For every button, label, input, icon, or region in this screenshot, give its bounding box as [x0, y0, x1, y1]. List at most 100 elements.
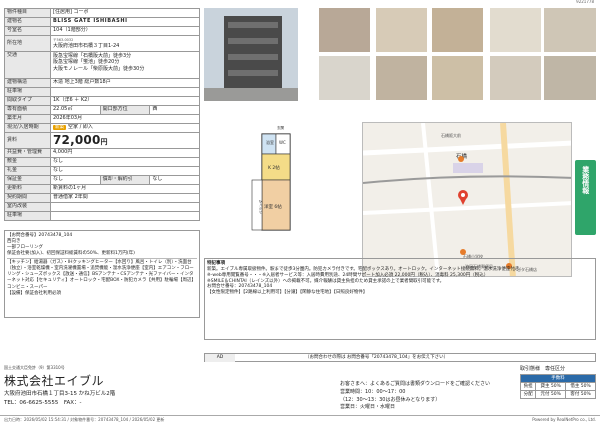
interior-photo[interactable] [544, 8, 596, 52]
output-info: 出力日時：2026/05/02 15:54:31 / 対象物件番号：207434… [4, 417, 165, 422]
spec-deposit-value: なし [50, 157, 200, 167]
spec-misc-label: 室内改装 [4, 202, 51, 212]
spec-renew-label: 更新料 [4, 184, 51, 194]
map-poi-icon [458, 156, 464, 162]
spec-dir-value: 西 [149, 105, 200, 115]
contact-line: 営業時間：10：00〜17：00 [340, 388, 406, 395]
spec-built-value: 2026年03月 [50, 114, 200, 124]
interior-photo[interactable] [319, 8, 370, 52]
spec-address-cell: 〒563-0032 大阪府池田市石橋３丁目1-24 [50, 35, 200, 52]
spec-deposit-label: 敷金 [4, 157, 51, 167]
fee-cell: 元付 50% [535, 390, 567, 399]
spec-layout-value: 1K（洋6 ＋ K2） [50, 96, 200, 106]
kitchen-label: K 2帖 [268, 164, 280, 171]
map-label: 石橋阪大前 [441, 132, 461, 138]
business-info-label: 業務情報 [581, 166, 590, 194]
floor-plan-drawing: 浴室 WC K 2帖 洋室 6帖 ベランダ 玄関 [204, 120, 316, 250]
spec-parking-value [50, 87, 200, 97]
building-illustration [204, 8, 298, 101]
spec-type-value: [住居用] コーポ [50, 8, 200, 18]
spec-layout-label: 間取タイプ [4, 96, 51, 106]
license-number: 国土交通大臣免許（9）第3310号 [4, 365, 65, 370]
spec-room-label: 号室名 [4, 26, 51, 36]
company-name: 株式会社エイブル [4, 374, 105, 388]
property-spec-table: 物件種目 [住居用] コーポ 建物名 BLISS GATE ISHIBASHI … [4, 8, 200, 221]
spec-contract-value: 普通借家 2年間 [50, 193, 200, 203]
spec-area-value: 22.05㎡ [50, 105, 101, 115]
spec-traffic-label: 交通 [4, 51, 51, 79]
remark-line: 【設備】保証会社利用必須 [7, 290, 61, 296]
company-address: 大阪府池田市石橋１丁目3-15 かね万ビル2階 [4, 391, 116, 397]
remarks-box: 【お問合番号】20743478_104 西向き 一部フローリング 保証会社要(加… [4, 230, 200, 318]
location-map[interactable]: 石橋 石橋阪大前 石橋小学校 池田石橋郵便局 アピタ石橋店 [362, 122, 572, 277]
bottom-bar: 出力日時：2026/05/02 15:54:31 / 対象物件番号：207434… [0, 415, 600, 424]
powered-by: Powered by RealNetPro co., Ltd. [532, 417, 596, 422]
interior-photo[interactable] [490, 8, 541, 52]
new-badge: 新築 [53, 125, 66, 131]
spec-room-value: 104（1階部分） [50, 26, 200, 36]
spec-parking2-label: 駐車場 [4, 211, 51, 221]
spec-guarantee-value: なし [50, 175, 101, 185]
fee-cell: 分配 [519, 390, 537, 399]
interior-photo[interactable] [376, 56, 427, 100]
floor-plan[interactable]: 浴室 WC K 2帖 洋室 6帖 ベランダ 玄関 [204, 120, 316, 250]
note-line: 【女性限定物件】【2路線以上利用可】【分譲】【閑静な住宅地】【日照良好物件】 [207, 290, 368, 296]
interior-photo[interactable] [432, 8, 483, 52]
interior-photo[interactable] [319, 56, 370, 100]
spec-type-label: 物件種目 [4, 8, 51, 18]
property-id-code: 9221778 [576, 0, 594, 4]
spec-amort-label: 償却・解約引 [99, 175, 151, 185]
spec-rent-unit: 円 [100, 137, 108, 146]
interior-photo[interactable] [490, 56, 541, 100]
spec-parking2-value [50, 211, 200, 221]
spec-rent-cell: 72,000円 [50, 132, 200, 149]
business-info-tab[interactable]: 業務情報 [575, 160, 596, 235]
fee-table: 手数料 負担 貸主 50% 借主 50% 分配 元付 50% 客付 50% [519, 374, 596, 399]
spec-renew-value: 新賃料の1ヶ月 [50, 184, 200, 194]
spec-contract-label: 契約期間 [4, 193, 51, 203]
fee-header: 手数料 [520, 374, 596, 383]
special-notes-box: 特記事項 新築。エイブル専属取扱物件。駅まで徒歩3分圏内。防犯カメラ付きです。宅… [204, 258, 596, 340]
inquiry-text: （お問合わせの際は お問合番号「20743478_104」をお伝え下さい） [305, 355, 449, 360]
interior-photo[interactable] [544, 56, 596, 100]
spec-guarantee-label: 保証金 [4, 175, 51, 185]
spec-dir-label: 開口部方位 [99, 105, 151, 115]
spec-parking-label: 駐車場 [4, 87, 51, 97]
entrance-label: 玄関 [277, 125, 285, 130]
spec-key-label: 礼金 [4, 166, 51, 176]
balcony-label: ベランダ [258, 200, 263, 214]
interior-photo[interactable] [376, 8, 427, 52]
contact-line: 営業日：火曜日・水曜日 [340, 404, 396, 411]
bath-label: 浴室 [266, 139, 274, 145]
spec-mgmt-value: 4,000円 [50, 148, 200, 158]
fee-title: 取引態様 専任区分 [520, 366, 566, 372]
spec-address-label: 所在地 [4, 35, 51, 52]
contact-info: お客さまへ：よくあるご質問は書類ダウンロードをご確認ください 営業時間：10：0… [340, 381, 490, 412]
spec-status-label: 現況/入居時期 [4, 123, 51, 133]
company-tel: TEL：06-6625-5555 FAX：- [4, 400, 82, 406]
contact-line: お客さまへ：よくあるご質問は書類ダウンロードをご確認ください [340, 381, 491, 387]
map-drawing: 石橋 石橋阪大前 石橋小学校 池田石橋郵便局 アピタ石橋店 [363, 123, 571, 276]
remark-line: 保証会社要(加入)、初回保証料総賃料の50%、更新料1万円(年) [7, 251, 135, 257]
map-poi-icon [460, 249, 466, 255]
spec-rent-value: 72,000 [53, 132, 101, 147]
spec-misc-value [50, 202, 200, 212]
ad-inquiry-bar: AD （お問合わせの際は お問合番号「20743478_104」をお伝え下さい） [204, 353, 596, 362]
interior-photo[interactable] [432, 56, 483, 100]
spec-key-value: なし [50, 166, 200, 176]
building-exterior-photo[interactable] [204, 8, 298, 101]
spec-structure-value: 木造 地上3階 総戸数18戸 [50, 78, 200, 88]
spec-mgmt-label: 共益費・管理費 [4, 148, 51, 158]
spec-traffic-cell: 阪急宝塚線「石橋阪大前」徒歩3分 阪急宝塚線「蛍池」徒歩20分 大阪モノレール「… [50, 51, 200, 79]
ad-label: AD [205, 354, 235, 362]
spec-status-value: 空家 / 即入 [68, 124, 93, 131]
spec-name-value: BLISS GATE ISHIBASHI [50, 17, 200, 27]
spec-structure-label: 建物構造 [4, 78, 51, 88]
spec-area-label: 専有面積 [4, 105, 51, 115]
fee-cell: 貸主 50% [535, 382, 567, 391]
fee-row: 負担 貸主 50% 借主 50% [519, 382, 596, 391]
fee-cell: 客付 50% [565, 390, 596, 399]
fee-row: 分配 元付 50% 客付 50% [519, 390, 596, 399]
remark-line: 【キッチン】給湯器（ガス）・IHクッキングヒーター【水回り】風呂・トイレ（別）・… [7, 260, 196, 290]
room-label: 洋室 6帖 [264, 203, 282, 210]
